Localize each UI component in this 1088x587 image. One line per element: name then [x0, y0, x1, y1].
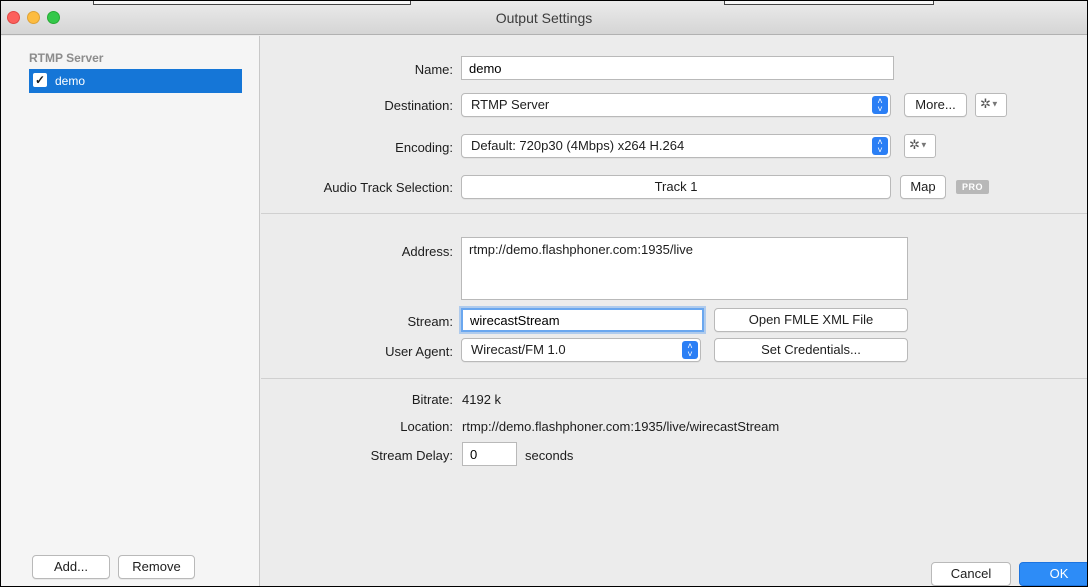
background-window-edge — [93, 1, 411, 5]
add-button[interactable]: Add... — [32, 555, 110, 579]
destination-label: Destination: — [384, 98, 453, 113]
name-label: Name: — [414, 62, 453, 77]
checkbox-icon[interactable]: ✓ — [33, 73, 47, 87]
address-textarea[interactable]: rtmp://demo.flashphoner.com:1935/live — [461, 237, 908, 300]
output-settings-window: Output Settings RTMP Server ✓ demo Add..… — [0, 0, 1088, 587]
background-window-edge — [724, 1, 934, 5]
stepper-icon: ˄ ˅ — [872, 137, 888, 155]
set-credentials-button[interactable]: Set Credentials... — [714, 338, 908, 362]
user-agent-select[interactable]: Wirecast/FM 1.0 ˄ ˅ — [461, 338, 701, 362]
location-label: Location: — [400, 419, 453, 434]
stream-delay-label: Stream Delay: — [370, 448, 453, 463]
chevron-down-icon: ▼ — [990, 99, 999, 109]
stepper-icon: ˄ ˅ — [872, 96, 888, 114]
remove-button[interactable]: Remove — [118, 555, 195, 579]
open-fmle-xml-button[interactable]: Open FMLE XML File — [714, 308, 908, 332]
name-input[interactable] — [461, 56, 894, 80]
bitrate-label: Bitrate: — [411, 392, 453, 407]
destination-gear-button[interactable]: ✲▼ — [975, 93, 1007, 117]
destination-select[interactable]: RTMP Server ˄ ˅ — [461, 93, 891, 117]
address-label: Address: — [401, 244, 453, 259]
audio-track-button[interactable]: Track 1 — [461, 175, 891, 199]
sidebar-item-demo[interactable]: ✓ demo — [29, 69, 242, 93]
section-divider — [261, 213, 1087, 214]
stream-delay-input[interactable] — [462, 442, 517, 466]
cancel-button[interactable]: Cancel — [931, 562, 1011, 586]
user-agent-value: Wirecast/FM 1.0 — [471, 342, 566, 357]
more-button[interactable]: More... — [904, 93, 967, 117]
window-title: Output Settings — [495, 10, 593, 26]
sidebar-item-label: demo — [55, 74, 86, 88]
gear-icon: ✲ — [909, 137, 920, 152]
stream-input[interactable] — [461, 308, 704, 332]
stepper-icon: ˄ ˅ — [682, 341, 698, 359]
audio-track-label: Audio Track Selection: — [323, 180, 453, 195]
encoding-label: Encoding: — [395, 140, 453, 155]
pro-badge: PRO — [956, 180, 989, 194]
sidebar-heading: RTMP Server — [29, 51, 104, 65]
map-button[interactable]: Map — [900, 175, 946, 199]
user-agent-label: User Agent: — [385, 344, 453, 359]
title-bar: Output Settings — [1, 1, 1087, 35]
bitrate-value: 4192 k — [462, 392, 502, 407]
location-value: rtmp://demo.flashphoner.com:1935/live/wi… — [462, 419, 780, 434]
encoding-select[interactable]: Default: 720p30 (4Mbps) x264 H.264 ˄ ˅ — [461, 134, 891, 158]
gear-icon: ✲ — [980, 96, 991, 111]
stream-delay-unit: seconds — [525, 448, 574, 463]
destination-value: RTMP Server — [471, 97, 550, 112]
section-divider — [261, 378, 1087, 379]
chevron-down-icon: ▼ — [919, 140, 928, 150]
encoding-gear-button[interactable]: ✲▼ — [904, 134, 936, 158]
ok-button[interactable]: OK — [1019, 562, 1087, 586]
sidebar: RTMP Server ✓ demo Add... Remove — [1, 36, 260, 586]
stream-label: Stream: — [407, 314, 453, 329]
encoding-value: Default: 720p30 (4Mbps) x264 H.264 — [471, 138, 685, 153]
